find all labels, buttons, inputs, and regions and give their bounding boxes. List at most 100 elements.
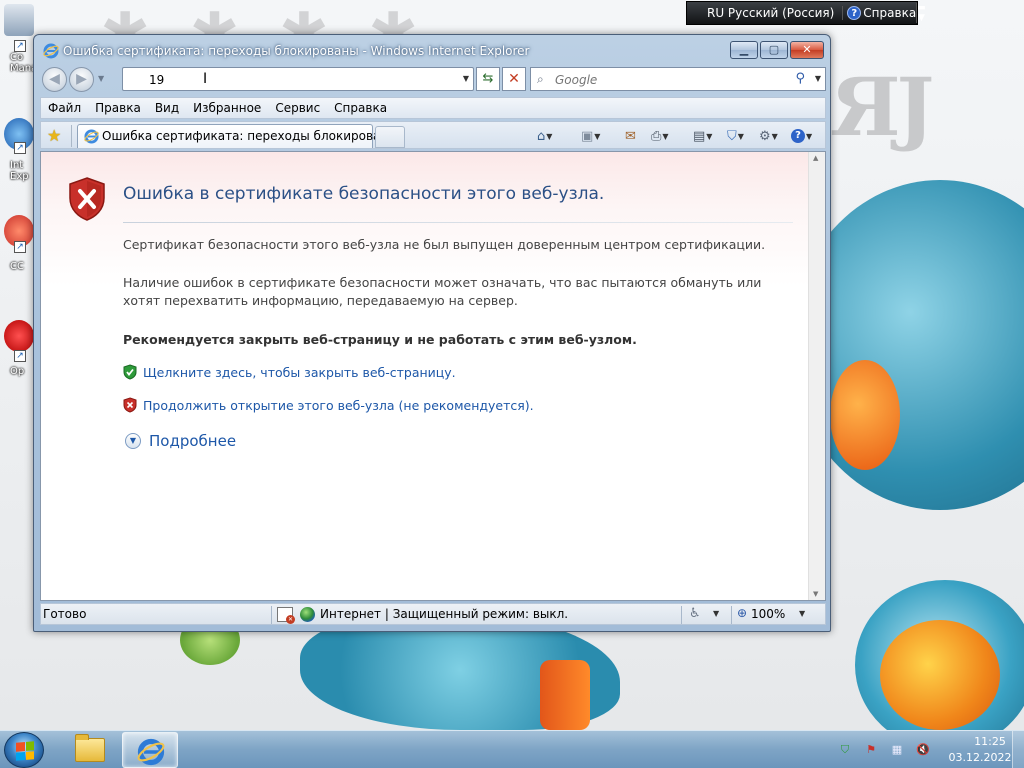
zoom-level[interactable]: 100% [751,607,785,621]
refresh-icon: ⇆ [482,71,494,86]
menu-tools[interactable]: Сервис [268,101,327,115]
page-content: Ошибка в сертификате безопасности этого … [40,151,826,601]
language-bar[interactable]: RU Русский (Россия) ? Справка ▬ ▼ [686,1,926,25]
safety-menu-button[interactable]: ⛉ ▼ [727,126,744,146]
taskbar: ⛉ ⚑ ▦ 🔇 11:25 03.12.2022 [0,730,1024,768]
action-center-flag-icon[interactable]: ⚑ [864,743,878,757]
gear-icon: ⚙ [759,128,771,144]
menu-bar: Файл Правка Вид Избранное Сервис Справка [40,97,826,119]
chevron-down-icon: ▼ [546,131,553,141]
search-box[interactable]: ⌕ ⚲ ▼ [530,67,826,91]
rss-feed-icon: ▣ [581,128,594,144]
menu-file[interactable]: Файл [41,101,88,115]
red-shield-icon [123,397,137,413]
menu-view[interactable]: Вид [148,101,186,115]
zoom-dropdown-icon[interactable]: ▼ [799,609,805,618]
desktop-icon-ccleaner[interactable]: ↗ CC [0,215,36,272]
menu-favorites[interactable]: Избранное [186,101,268,115]
shortcut-arrow-icon: ↗ [14,142,26,154]
read-mail-button[interactable]: ✉ [625,126,636,146]
search-icon[interactable]: ⚲ [795,71,805,86]
chevron-down-icon[interactable]: ▼ [713,609,719,618]
menu-help[interactable]: Справка [327,101,394,115]
forward-arrow-icon: ▶ [76,71,87,87]
clock-date[interactable]: 03.12.2022 [942,751,1018,764]
home-button[interactable]: ⌂ ▼ [537,126,552,146]
title-bar[interactable]: Ошибка сертификата: переходы блокированы… [34,35,830,65]
separator [271,606,272,624]
popup-blocked-icon[interactable] [277,607,295,624]
desktop-icon-computer-management[interactable]: ↗ Co Mana [0,4,37,74]
wallpaper-robot-part [540,660,590,730]
volume-muted-icon[interactable]: 🔇 [916,743,930,757]
search-provider-icon: ⌕ [537,72,544,86]
more-information-toggle[interactable]: ▼ Подробнее [125,432,236,450]
tab-bar: ★ Ошибка сертификата: переходы блокирова… [40,121,826,149]
new-tab-button[interactable] [375,126,405,148]
error-warning-text: Наличие ошибок в сертификате безопасност… [123,275,762,308]
menu-edit[interactable]: Правка [88,101,148,115]
close-button[interactable]: ✕ [790,41,824,59]
back-arrow-icon: ◀ [49,71,60,87]
chevron-down-icon: ▼ [771,131,778,141]
language-bar-options-icon[interactable]: ▬ ▼ [916,3,926,23]
text-cursor-icon: I [203,71,208,87]
error-heading: Ошибка в сертификате безопасности этого … [123,184,605,204]
expand-icon: ▼ [125,433,141,449]
continue-row: Продолжить открытие этого веб-узла (не р… [123,397,534,413]
tab-certificate-error[interactable]: Ошибка сертификата: переходы блокированы [77,124,398,148]
clock-time[interactable]: 11:25 [962,735,1018,748]
zoom-icon[interactable]: ⊕ [737,606,747,620]
window-title: Ошибка сертификата: переходы блокированы… [63,44,530,58]
status-bar: Готово Интернет | Защищенный режим: выкл… [40,603,826,625]
vertical-scrollbar[interactable]: ▲ ▼ [808,152,825,600]
chevron-down-icon: ▼ [806,131,813,141]
more-information-link[interactable]: Подробнее [149,432,236,450]
minimize-button[interactable]: ▁ [730,41,758,59]
close-page-link[interactable]: Щелкните здесь, чтобы закрыть веб-страни… [143,365,456,380]
shield-icon: ⛉ [727,128,737,144]
error-description: Сертификат безопасности этого веб-узла н… [123,237,766,252]
desktop-icon-opera[interactable]: ↗ Op [0,320,36,377]
favorites-star-icon[interactable]: ★ [47,126,61,145]
address-bar[interactable]: I ▼ [122,67,474,91]
feeds-button[interactable]: ▣ ▼ [581,126,600,146]
forward-button[interactable]: ▶ [69,67,94,92]
print-button[interactable]: ⎙ ▼ [651,126,669,146]
taskbar-windows-explorer[interactable] [62,732,118,768]
wallpaper-robot-part [880,620,1000,730]
help-menu-button[interactable]: ? ▼ [791,126,812,146]
page-menu-button[interactable]: ▤ ▼ [693,126,712,146]
address-input[interactable] [149,71,449,88]
address-dropdown-icon[interactable]: ▼ [463,74,469,83]
separator [71,125,72,147]
start-button[interactable] [4,732,44,768]
stop-button[interactable]: ✕ [502,67,526,91]
show-desktop-button[interactable] [1012,731,1024,768]
recent-pages-dropdown[interactable]: ▼ [98,74,104,83]
help-icon: ? [847,6,862,20]
accessibility-icon[interactable]: ♿ [689,606,701,621]
search-input[interactable] [555,72,775,88]
help-button[interactable]: ? Справка [842,6,916,20]
desktop-icon-internet-explorer[interactable]: ↗ Int Exp [0,118,36,182]
chevron-down-icon: ▼ [737,131,744,141]
back-button[interactable]: ◀ [42,67,67,92]
taskbar-internet-explorer[interactable] [122,732,178,768]
network-icon[interactable]: ▦ [890,743,904,757]
search-options-dropdown-icon[interactable]: ▼ [815,74,821,83]
folder-icon [75,734,105,762]
scroll-down-icon[interactable]: ▼ [813,590,818,598]
scroll-up-icon[interactable]: ▲ [813,154,818,162]
tools-menu-button[interactable]: ⚙ ▼ [759,126,778,146]
shortcut-arrow-icon: ↗ [14,40,26,52]
refresh-button[interactable]: ⇆ [476,67,500,91]
chevron-down-icon: ▼ [594,131,601,141]
printer-icon: ⎙ [651,128,662,144]
maximize-button[interactable]: ▢ [760,41,788,59]
internet-explorer-icon [84,129,99,144]
continue-to-website-link[interactable]: Продолжить открытие этого веб-узла (не р… [143,398,534,413]
language-indicator[interactable]: RU Русский (Россия) [687,6,842,20]
security-shield-icon[interactable]: ⛉ [838,743,852,757]
security-zone-text[interactable]: Интернет | Защищенный режим: выкл. [320,607,568,621]
